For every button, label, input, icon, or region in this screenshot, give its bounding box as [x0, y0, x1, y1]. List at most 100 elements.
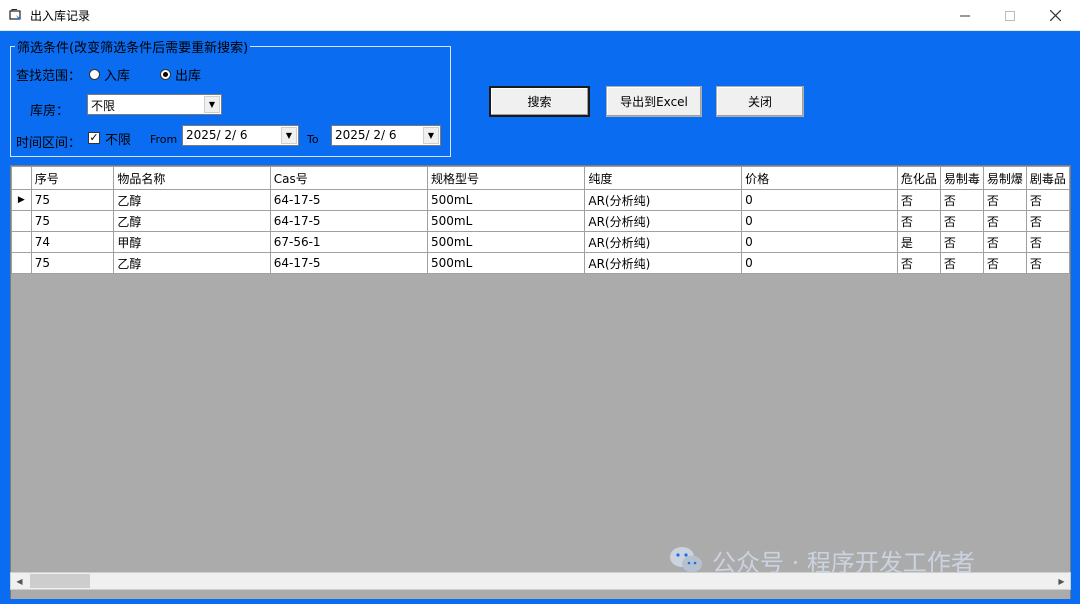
table-cell[interactable]: 75: [30, 252, 115, 274]
form-client-area: 筛选条件(改变筛选条件后需要重新搜索) 查找范围： 入库 出库 库房： 不限 ▼…: [0, 31, 1080, 603]
close-icon: [1049, 10, 1061, 21]
table-cell[interactable]: 甲醇: [113, 231, 271, 253]
table-cell[interactable]: 否: [896, 252, 941, 274]
table-cell[interactable]: 否: [1025, 231, 1070, 253]
table-cell[interactable]: 75: [30, 210, 115, 232]
from-date-picker[interactable]: 2025/ 2/ 6 ▼: [182, 125, 299, 146]
wechat-logo-icon: [670, 547, 702, 573]
chevron-down-icon[interactable]: ▼: [204, 96, 220, 113]
row-header-cell[interactable]: [11, 231, 32, 253]
table-cell[interactable]: 否: [982, 210, 1027, 232]
column-header[interactable]: 纯度: [584, 166, 743, 190]
column-header[interactable]: 易制毒: [939, 166, 984, 190]
table-cell[interactable]: AR(分析纯): [584, 210, 743, 232]
warehouse-label: 库房：: [30, 104, 70, 119]
column-header[interactable]: 价格: [741, 166, 898, 190]
table-cell[interactable]: 乙醇: [113, 210, 271, 232]
table-row[interactable]: 75 乙醇 64-17-5 500mL AR(分析纯) 0 否 否 否 否: [11, 252, 1070, 274]
to-label: To: [307, 133, 319, 146]
time-range-label: 时间区间：: [16, 136, 82, 151]
scope-outbound-label[interactable]: 出库: [175, 65, 201, 84]
scope-outbound-radio[interactable]: [160, 69, 171, 80]
table-cell[interactable]: 74: [30, 231, 115, 253]
scroll-left-arrow-icon[interactable]: ◀: [11, 573, 28, 589]
table-cell[interactable]: 0: [741, 210, 898, 232]
table-cell[interactable]: 乙醇: [113, 189, 271, 211]
table-cell[interactable]: 否: [896, 210, 941, 232]
grid-corner-cell: [11, 166, 32, 190]
row-header-cell[interactable]: [11, 210, 32, 232]
window-title: 出入库记录: [30, 9, 91, 23]
table-cell[interactable]: 500mL: [427, 210, 586, 232]
maximize-button[interactable]: [987, 0, 1033, 31]
close-window-button[interactable]: [1032, 0, 1078, 31]
from-date-value: 2025/ 2/ 6: [186, 128, 248, 142]
table-cell[interactable]: 乙醇: [113, 252, 271, 274]
table-cell[interactable]: 64-17-5: [269, 210, 429, 232]
table-cell[interactable]: AR(分析纯): [584, 231, 743, 253]
scroll-right-arrow-icon[interactable]: ▶: [1053, 573, 1070, 589]
filter-groupbox-caption: 筛选条件(改变筛选条件后需要重新搜索): [15, 37, 251, 56]
chevron-down-icon[interactable]: ▼: [281, 127, 297, 144]
scope-label: 查找范围：: [16, 69, 82, 84]
table-cell[interactable]: 否: [939, 252, 984, 274]
window-bottom-border: [0, 599, 1080, 604]
column-header[interactable]: 规格型号: [427, 166, 586, 190]
current-row-indicator-icon[interactable]: ▶: [11, 189, 32, 211]
table-cell[interactable]: 500mL: [427, 252, 586, 274]
table-cell[interactable]: 否: [939, 210, 984, 232]
records-grid[interactable]: 序号 物品名称 Cas号 规格型号 纯度 价格 危化品 易制毒 易制爆 剧毒品 …: [10, 165, 1071, 603]
table-cell[interactable]: 0: [741, 231, 898, 253]
table-cell[interactable]: 0: [741, 252, 898, 274]
table-cell[interactable]: 否: [939, 189, 984, 211]
table-cell[interactable]: 否: [982, 252, 1027, 274]
column-header[interactable]: 序号: [30, 166, 115, 190]
table-cell[interactable]: 否: [896, 189, 941, 211]
table-cell[interactable]: 0: [741, 189, 898, 211]
records-table: 序号 物品名称 Cas号 规格型号 纯度 价格 危化品 易制毒 易制爆 剧毒品 …: [11, 166, 1070, 274]
column-header[interactable]: 物品名称: [113, 166, 271, 190]
table-cell[interactable]: 64-17-5: [269, 252, 429, 274]
table-cell[interactable]: 否: [1025, 189, 1070, 211]
scope-inbound-radio[interactable]: [89, 69, 100, 80]
time-unlimited-checkbox[interactable]: ✓: [88, 132, 100, 144]
table-cell[interactable]: 否: [1025, 210, 1070, 232]
chevron-down-icon[interactable]: ▼: [423, 127, 439, 144]
grid-header-row: 序号 物品名称 Cas号 规格型号 纯度 价格 危化品 易制毒 易制爆 剧毒品: [11, 166, 1070, 190]
table-row[interactable]: ▶ 75 乙醇 64-17-5 500mL AR(分析纯) 0 否 否 否 否: [11, 189, 1070, 211]
minimize-button[interactable]: [942, 0, 988, 31]
row-header-cell[interactable]: [11, 252, 32, 274]
column-header[interactable]: 剧毒品: [1025, 166, 1070, 190]
table-cell[interactable]: 67-56-1: [269, 231, 429, 253]
column-header[interactable]: 易制爆: [982, 166, 1027, 190]
table-cell[interactable]: 否: [1025, 252, 1070, 274]
table-cell[interactable]: 否: [939, 231, 984, 253]
title-bar: 出入库记录: [0, 0, 1080, 31]
table-cell[interactable]: 64-17-5: [269, 189, 429, 211]
table-row[interactable]: 74 甲醇 67-56-1 500mL AR(分析纯) 0 是 否 否 否: [11, 231, 1070, 253]
table-cell[interactable]: 否: [982, 189, 1027, 211]
table-cell[interactable]: AR(分析纯): [584, 252, 743, 274]
scrollbar-thumb[interactable]: [30, 574, 90, 588]
table-cell[interactable]: 否: [982, 231, 1027, 253]
watermark-text: 公众号 · 程序开发工作者: [712, 548, 975, 577]
warehouse-select[interactable]: 不限 ▼: [87, 94, 222, 115]
table-cell[interactable]: 75: [30, 189, 115, 211]
to-date-value: 2025/ 2/ 6: [335, 128, 397, 142]
to-date-picker[interactable]: 2025/ 2/ 6 ▼: [331, 125, 441, 146]
maximize-icon: [1005, 10, 1015, 21]
table-cell[interactable]: AR(分析纯): [584, 189, 743, 211]
table-cell[interactable]: 500mL: [427, 231, 586, 253]
watermark: 公众号 · 程序开发工作者: [668, 543, 975, 577]
column-header[interactable]: 危化品: [896, 166, 941, 190]
table-cell[interactable]: 500mL: [427, 189, 586, 211]
close-button[interactable]: 关闭: [716, 86, 804, 117]
search-button[interactable]: 搜索: [489, 86, 590, 117]
table-cell[interactable]: 是: [896, 231, 941, 253]
scope-inbound-label[interactable]: 入库: [104, 65, 130, 84]
time-unlimited-label[interactable]: 不限: [105, 129, 131, 148]
table-row[interactable]: 75 乙醇 64-17-5 500mL AR(分析纯) 0 否 否 否 否: [11, 210, 1070, 232]
from-label: From: [150, 133, 178, 146]
export-excel-button[interactable]: 导出到Excel: [606, 86, 702, 117]
column-header[interactable]: Cas号: [269, 166, 429, 190]
